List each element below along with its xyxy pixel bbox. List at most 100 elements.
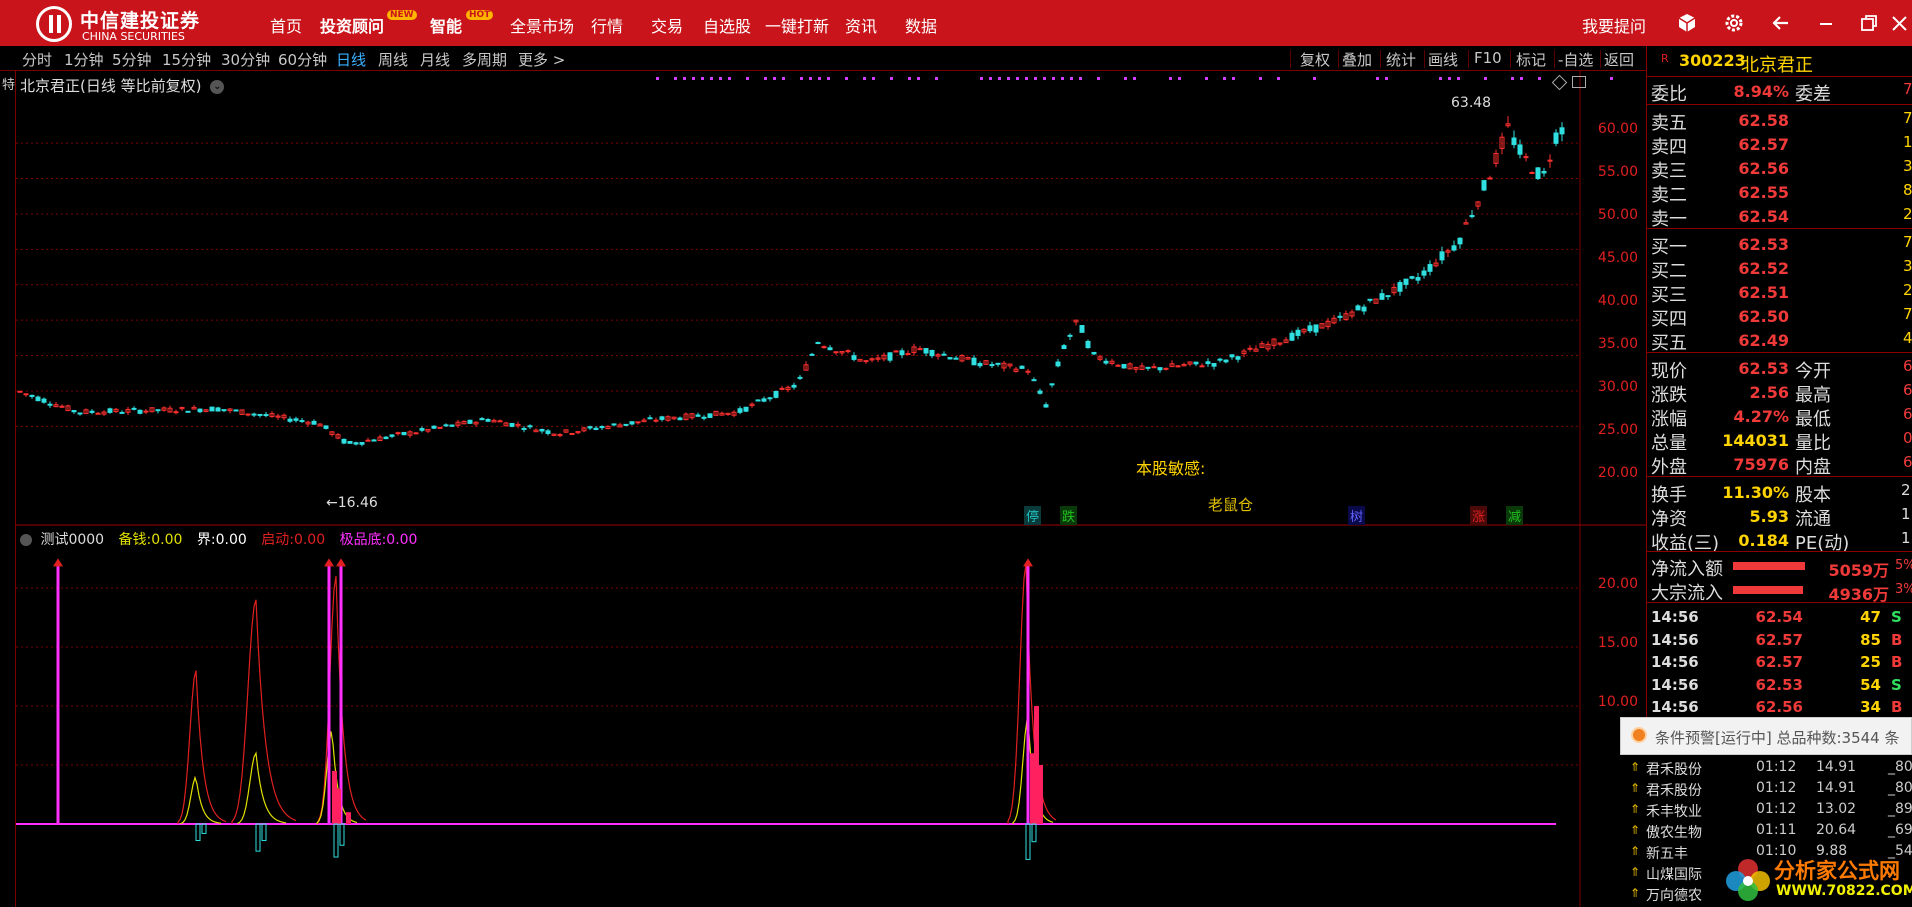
tick-side: S — [1891, 675, 1902, 694]
ask-row[interactable]: 卖二 62.55 8 — [1647, 180, 1912, 206]
candle-body — [47, 403, 53, 406]
nav-advisor[interactable]: 投资顾问 — [320, 13, 384, 37]
nav-ipo[interactable]: 一键打新 — [765, 13, 829, 37]
indicator-chart[interactable]: 测试0000 备钱:0.00 界:0.00 启动:0.00 极品底:0.00 2… — [16, 526, 1646, 907]
indicator-dropdown-icon[interactable] — [20, 534, 32, 546]
tool-f10[interactable]: F10 — [1474, 49, 1502, 67]
tick-volume: 85 — [1860, 630, 1881, 649]
period-1min[interactable]: 1分钟 — [64, 49, 104, 70]
marker-rise[interactable]: 涨 — [1470, 506, 1488, 525]
weicha-label: 委差 — [1795, 84, 1831, 105]
minimize-icon[interactable] — [1815, 12, 1837, 38]
watermark-url: WWW.70822.COM — [1776, 883, 1912, 899]
candle-body — [1067, 334, 1073, 337]
candle-body — [1151, 366, 1157, 369]
tool-stats[interactable]: 统计 — [1386, 49, 1416, 70]
period-more[interactable]: 更多 > — [518, 49, 565, 70]
signal-dot — [917, 77, 920, 80]
gear-icon[interactable] — [1723, 12, 1745, 38]
left-tab-te[interactable]: 特 — [2, 74, 15, 93]
alert-stock-name: 山煤国际 — [1646, 867, 1702, 883]
chart-dropdown-icon[interactable]: ⌄ — [210, 79, 225, 94]
kline-chart[interactable]: 北京君正(日线 等比前复权) ⌄ 60.00 55.00 50.00 45.00… — [16, 71, 1646, 526]
back-arrow-icon[interactable] — [1770, 12, 1792, 38]
ask-row[interactable]: 卖五 62.58 7 — [1647, 108, 1912, 134]
ask-question-link[interactable]: 我要提问 — [1582, 13, 1646, 37]
candle-body — [1019, 365, 1025, 369]
condition-alert-popup[interactable]: 条件预警[运行中] 总品种数:3544 条 — [1620, 717, 1912, 755]
candle-body — [359, 442, 365, 445]
period-5min[interactable]: 5分钟 — [112, 49, 152, 70]
period-daily[interactable]: 日线 — [336, 49, 366, 70]
y-tick: 45.00 — [1597, 250, 1638, 266]
signal-dot — [1061, 77, 1064, 80]
ask-row[interactable]: 卖一 62.54 2 — [1647, 204, 1912, 230]
tool-adjust[interactable]: 复权 — [1300, 49, 1330, 70]
candle-body — [59, 405, 65, 408]
cyan-bar — [255, 823, 261, 852]
ask-row[interactable]: 卖四 62.57 1 — [1647, 132, 1912, 158]
candle-body — [917, 348, 923, 351]
alert-item[interactable]: ⇑ 君禾股份 01:12 14.91 _80 — [1620, 778, 1912, 799]
tool-back[interactable]: 返回 — [1604, 49, 1634, 70]
nav-smart[interactable]: 智能 — [430, 13, 462, 37]
period-weekly[interactable]: 周线 — [378, 49, 408, 70]
alert-item[interactable]: ⇑ 禾丰牧业 01:12 13.02 _89 — [1620, 799, 1912, 820]
marker-halt[interactable]: 停 — [1024, 506, 1042, 525]
bid-row[interactable]: 买一 62.53 7 — [1647, 232, 1912, 258]
candle-body — [1511, 137, 1517, 146]
tool-overlay[interactable]: 叠加 — [1342, 49, 1372, 70]
red-curve — [231, 599, 297, 824]
candle-body — [1031, 379, 1037, 382]
period-15min[interactable]: 15分钟 — [162, 49, 211, 70]
signal-dot — [935, 77, 938, 80]
ask-row[interactable]: 卖三 62.56 3 — [1647, 156, 1912, 182]
close-icon[interactable] — [1890, 12, 1910, 38]
candle-body — [1223, 359, 1229, 363]
period-multi[interactable]: 多周期 — [462, 49, 507, 70]
tool-unwatch[interactable]: -自选 — [1558, 49, 1593, 70]
nav-trade[interactable]: 交易 — [651, 13, 683, 37]
signal-dot — [683, 77, 686, 80]
bid-row[interactable]: 买五 62.49 4 — [1647, 328, 1912, 354]
stock-name[interactable]: 北京君正 — [1741, 51, 1813, 77]
marker-reduce[interactable]: 减 — [1506, 506, 1524, 525]
nav-data[interactable]: 数据 — [905, 13, 937, 37]
nav-news[interactable]: 资讯 — [845, 13, 877, 37]
window-toggle-icon[interactable] — [1572, 76, 1586, 88]
marker-tree[interactable]: 树 — [1348, 506, 1366, 525]
signal-dot — [1277, 77, 1280, 80]
alert-item[interactable]: ⇑ 傲农生物 01:11 20.64 _69 — [1620, 820, 1912, 841]
period-60min[interactable]: 60分钟 — [278, 49, 327, 70]
candle-body — [1211, 363, 1217, 367]
param-value: 0.00 — [293, 532, 326, 548]
nav-home[interactable]: 首页 — [270, 13, 302, 37]
candle-body — [977, 363, 983, 367]
cube-icon[interactable] — [1676, 12, 1698, 38]
period-intraday[interactable]: 分时 — [22, 49, 52, 70]
bid-row[interactable]: 买四 62.50 7 — [1647, 304, 1912, 330]
period-monthly[interactable]: 月线 — [420, 49, 450, 70]
restore-icon[interactable] — [1858, 12, 1880, 38]
marker-fall[interactable]: 跌 — [1060, 506, 1078, 525]
nav-panorama[interactable]: 全景市场 — [510, 13, 574, 37]
tool-draw[interactable]: 画线 — [1428, 49, 1458, 70]
bid-row[interactable]: 买二 62.52 3 — [1647, 256, 1912, 282]
cyan-bar — [201, 823, 207, 834]
divider — [1647, 76, 1912, 77]
stat-value: 75976 — [1733, 455, 1789, 474]
tick-side: S — [1891, 608, 1902, 626]
hot-badge: HOT — [466, 10, 494, 20]
nav-quotes[interactable]: 行情 — [591, 13, 623, 37]
brand-logo[interactable]: 中信建投证券 CHINA SECURITIES — [36, 4, 228, 44]
bid-row[interactable]: 买三 62.51 2 — [1647, 280, 1912, 306]
tool-mark[interactable]: 标记 — [1516, 49, 1546, 70]
volume-bar — [336, 788, 341, 824]
period-30min[interactable]: 30分钟 — [221, 49, 270, 70]
candle-body — [215, 407, 221, 412]
nav-watchlist[interactable]: 自选股 — [703, 13, 751, 37]
stock-code[interactable]: 300223 — [1679, 51, 1746, 70]
alert-item[interactable]: ⇑ 君禾股份 01:12 14.91 _80 — [1620, 757, 1912, 778]
candle-body — [1055, 361, 1061, 367]
cyan-bar — [339, 823, 345, 846]
